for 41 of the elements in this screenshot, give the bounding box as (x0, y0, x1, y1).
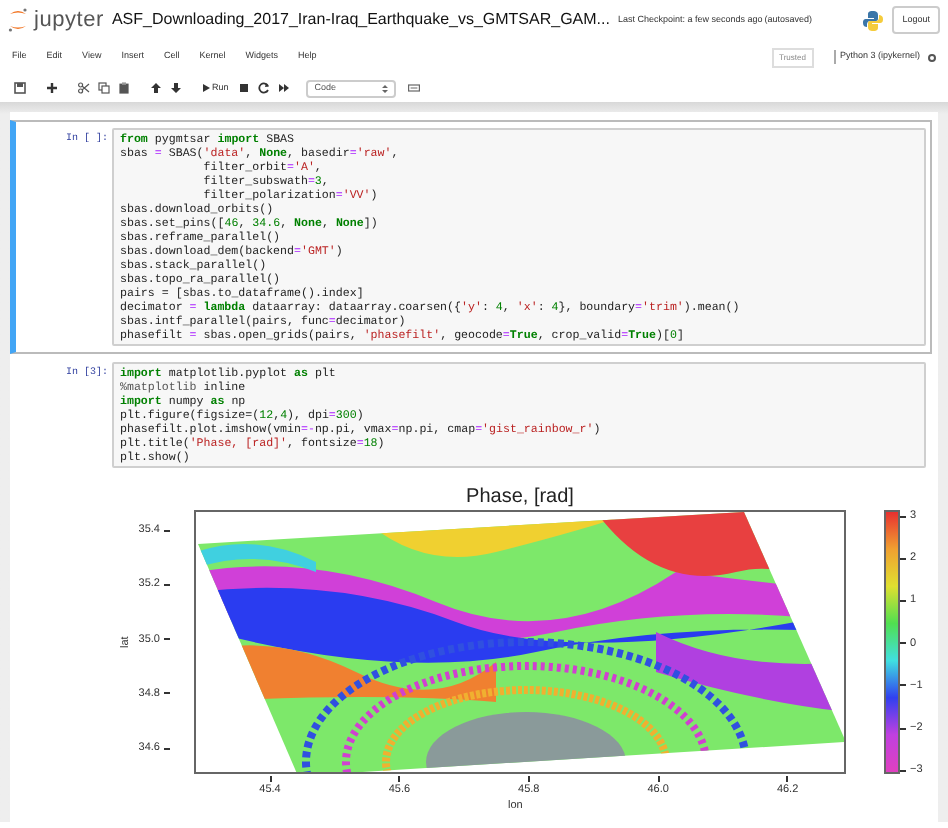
tick-mark (900, 600, 906, 603)
plot-title: Phase, [rad] (464, 484, 576, 512)
restart-icon (257, 82, 270, 94)
tick-mark (900, 769, 906, 772)
python-logo-icon (862, 9, 885, 31)
restart-button[interactable] (254, 79, 273, 97)
copy-button[interactable] (94, 79, 112, 97)
save-icon (13, 82, 25, 94)
play-icon (202, 84, 210, 92)
logo-text: jupyter (34, 5, 104, 36)
tick-mark (900, 557, 906, 560)
notebook-cell[interactable] (10, 120, 932, 354)
command-palette-button[interactable] (404, 79, 423, 97)
tick-mark (164, 638, 170, 641)
paste-button[interactable] (114, 79, 132, 97)
cut-icon (77, 82, 89, 94)
tick-mark (900, 642, 906, 645)
move-down-button[interactable] (166, 79, 184, 97)
dropdown-arrows-icon (382, 83, 389, 93)
move-up-button[interactable] (146, 79, 164, 97)
kernel-idle-icon (928, 53, 936, 61)
paste-icon (117, 82, 129, 94)
stop-button[interactable] (234, 79, 253, 97)
move-down-icon (169, 82, 181, 94)
jupyter-logo-icon (8, 8, 28, 32)
stop-icon (237, 82, 250, 94)
tick-mark (398, 776, 401, 782)
save-button[interactable] (10, 79, 28, 97)
code-editor[interactable] (112, 128, 926, 346)
command-palette-icon (407, 82, 420, 94)
add-cell-icon (45, 82, 57, 94)
cut-button[interactable] (74, 79, 92, 97)
notebook-title[interactable]: ASF_Downloading_2017_Iran-Iraq_Earthquake_vs_GMTSAR_GAM... (111, 8, 610, 32)
add-cell-button[interactable] (42, 79, 60, 97)
tick-mark (527, 776, 530, 782)
run-all-button[interactable] (274, 79, 293, 97)
tick-mark (164, 583, 170, 586)
run-all-icon (277, 82, 290, 94)
move-up-icon (149, 82, 161, 94)
code-editor[interactable] (112, 362, 926, 468)
copy-icon (97, 82, 109, 94)
